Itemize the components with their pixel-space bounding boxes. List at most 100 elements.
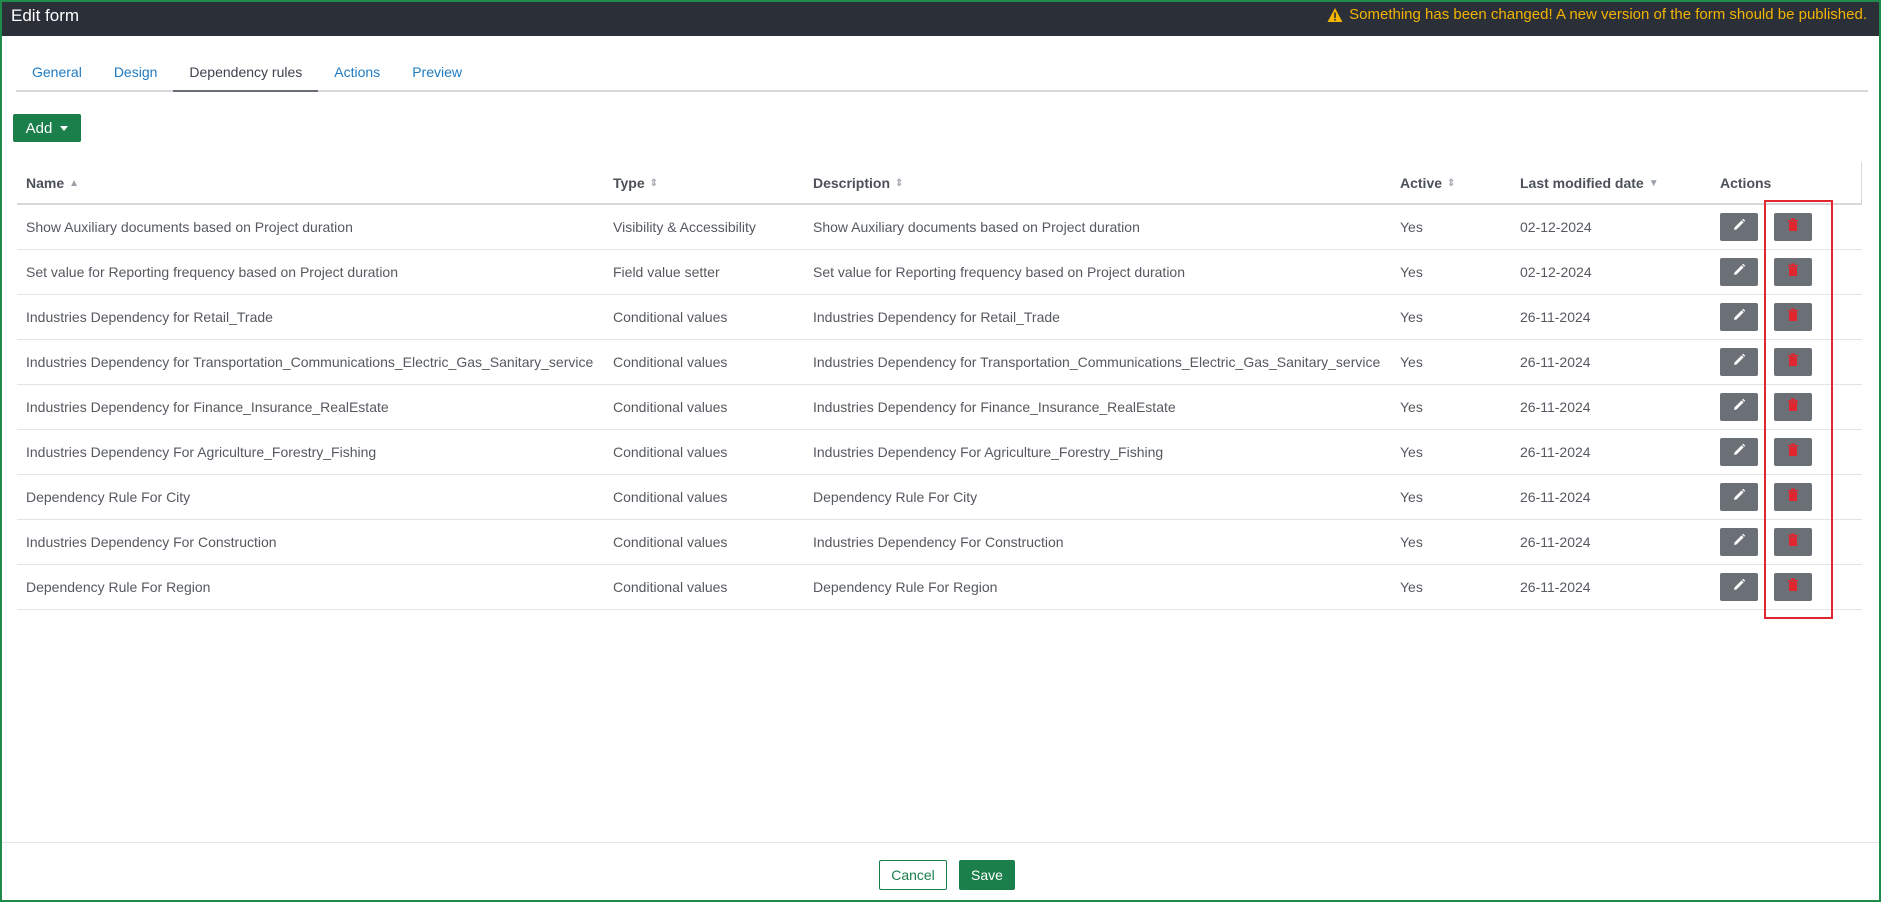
trash-icon [1787,398,1799,415]
tab-dependency-rules[interactable]: Dependency rules [173,54,319,92]
delete-button[interactable] [1774,257,1812,286]
row-actions [1711,384,1862,430]
rule-name: Set value for Reporting frequency based … [17,249,604,295]
table-row: Industries Dependency for Finance_Insura… [17,384,1862,430]
table-row: Industries Dependency For Construction Co… [17,519,1862,565]
tab-actions[interactable]: Actions [318,54,396,92]
rule-active: Yes [1391,339,1511,385]
delete-button[interactable] [1774,527,1812,556]
row-actions [1711,249,1862,295]
dependency-rules-table: Name ▲ Type ⇕ Description ⇕ Active ⇕ Last mo… [17,162,1862,610]
pencil-icon [1732,398,1746,415]
pencil-icon [1732,443,1746,460]
edit-button[interactable] [1720,527,1758,556]
pencil-icon [1732,218,1746,235]
tab-design[interactable]: Design [98,54,174,92]
edit-button[interactable] [1720,212,1758,241]
rule-active: Yes [1391,384,1511,430]
rule-description: Set value for Reporting frequency based … [804,249,1391,295]
tab-bar: General Design Dependency rules Actions … [16,54,1868,92]
sort-icon: ⇕ [1447,178,1456,190]
rule-type: Conditional values [604,474,804,520]
rule-last-modified: 26-11-2024 [1511,294,1711,340]
delete-button[interactable] [1774,302,1812,331]
delete-button[interactable] [1774,392,1812,421]
page-title: Edit form [11,6,80,25]
rule-last-modified: 02-12-2024 [1511,249,1711,295]
table-row: Industries Dependency for Transportation… [17,339,1862,385]
delete-button[interactable] [1774,347,1812,376]
trash-icon [1787,308,1799,325]
rule-last-modified: 26-11-2024 [1511,564,1711,610]
rule-type: Conditional values [604,519,804,565]
table-row: Show Auxiliary documents based on Projec… [17,204,1862,250]
rule-name: Industries Dependency for Finance_Insura… [17,384,604,430]
row-actions [1711,474,1862,520]
rule-type: Conditional values [604,564,804,610]
trash-icon [1787,533,1799,550]
edit-button[interactable] [1720,257,1758,286]
rule-description: Dependency Rule For Region [804,564,1391,610]
warning-text: Something has been changed! A new versio… [1349,6,1867,23]
delete-button[interactable] [1774,437,1812,466]
row-actions [1711,519,1862,565]
warning-triangle-icon [1327,7,1343,22]
row-actions [1711,204,1862,250]
rule-active: Yes [1391,564,1511,610]
column-header-name[interactable]: Name ▲ [17,162,604,205]
title-bar: Edit form Something has been changed! A … [2,2,1879,36]
rule-description: Industries Dependency for Retail_Trade [804,294,1391,340]
add-dropdown-button[interactable]: Add [13,114,81,142]
rule-active: Yes [1391,249,1511,295]
edit-button[interactable] [1720,392,1758,421]
tab-preview[interactable]: Preview [396,54,478,92]
rule-active: Yes [1391,519,1511,565]
rule-type: Conditional values [604,384,804,430]
rule-name: Dependency Rule For Region [17,564,604,610]
rule-description: Industries Dependency For Agriculture_Fo… [804,429,1391,475]
table-row: Set value for Reporting frequency based … [17,249,1862,295]
rule-last-modified: 26-11-2024 [1511,519,1711,565]
caret-down-icon [60,125,69,131]
pencil-icon [1732,488,1746,505]
edit-button[interactable] [1720,482,1758,511]
sort-icon: ▲ [69,178,80,190]
rule-last-modified: 26-11-2024 [1511,429,1711,475]
edit-button[interactable] [1720,437,1758,466]
rule-description: Dependency Rule For City [804,474,1391,520]
rule-last-modified: 26-11-2024 [1511,339,1711,385]
delete-button[interactable] [1774,212,1812,241]
rule-active: Yes [1391,294,1511,340]
pencil-icon [1732,578,1746,595]
delete-button[interactable] [1774,572,1812,601]
rule-description: Industries Dependency For Construction [804,519,1391,565]
trash-icon [1787,578,1799,595]
delete-button[interactable] [1774,482,1812,511]
rule-active: Yes [1391,429,1511,475]
rule-name: Industries Dependency For Construction [17,519,604,565]
edit-button[interactable] [1720,302,1758,331]
rule-last-modified: 26-11-2024 [1511,384,1711,430]
column-header-actions: Actions [1711,162,1862,205]
rule-description: Industries Dependency for Transportation… [804,339,1391,385]
column-header-type[interactable]: Type ⇕ [604,162,804,205]
sort-icon: ⇕ [649,178,659,190]
cancel-button[interactable]: Cancel [879,860,947,890]
column-header-description[interactable]: Description ⇕ [804,162,1391,205]
footer-divider [2,842,1879,843]
rule-name: Industries Dependency for Transportation… [17,339,604,385]
column-header-last-modified[interactable]: Last modified date ▼ [1511,162,1711,205]
edit-button[interactable] [1720,347,1758,376]
rule-last-modified: 02-12-2024 [1511,204,1711,250]
table-row: Dependency Rule For Region Conditional va… [17,564,1862,610]
tab-general[interactable]: General [16,54,98,92]
rule-name: Dependency Rule For City [17,474,604,520]
column-header-active[interactable]: Active ⇕ [1391,162,1511,205]
trash-icon [1787,353,1799,370]
trash-icon [1787,443,1799,460]
save-button[interactable]: Save [959,860,1015,890]
rule-type: Conditional values [604,429,804,475]
sort-icon: ⇕ [895,178,904,190]
table-row: Industries Dependency For Agriculture_Fo… [17,429,1862,475]
edit-button[interactable] [1720,572,1758,601]
